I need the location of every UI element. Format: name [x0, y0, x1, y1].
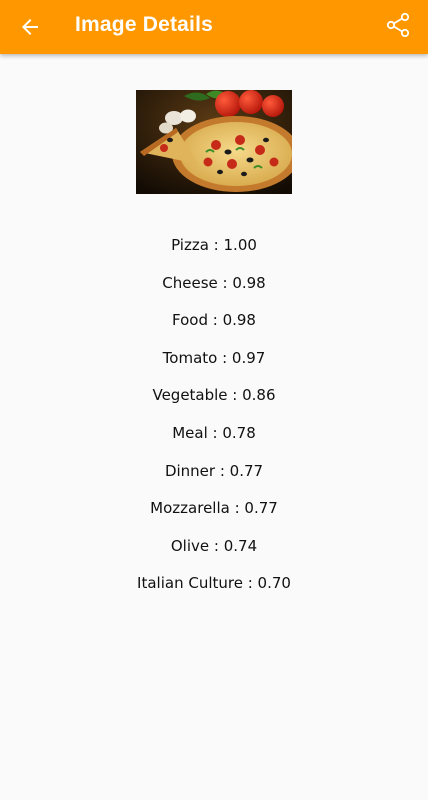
label-item: Pizza : 1.00: [171, 236, 257, 254]
share-button[interactable]: [382, 9, 414, 41]
label-item: Mozzarella : 0.77: [150, 499, 278, 518]
label-item: Food : 0.98: [172, 311, 256, 330]
back-button[interactable]: [14, 11, 46, 43]
label-item: Dinner : 0.77: [164, 461, 264, 480]
label-item: Meal : 0.78: [172, 423, 256, 442]
pizza-photo: [136, 90, 292, 194]
arrow-left-icon: [22, 19, 38, 35]
page-title: Image Details: [75, 13, 213, 36]
label-item: Vegetable : 0.86: [152, 386, 276, 405]
label-list: Pizza : 1.00 Cheese : 0.98 Food : 0.98 T…: [0, 233, 428, 609]
app-bar: Image Details: [0, 0, 428, 54]
label-item: Tomato : 0.97: [162, 348, 266, 367]
label-item: Cheese : 0.98: [162, 273, 266, 292]
label-item: Italian Culture : 0.70: [137, 574, 291, 593]
share-icon: [386, 12, 410, 38]
label-item: Olive : 0.74: [170, 536, 258, 555]
